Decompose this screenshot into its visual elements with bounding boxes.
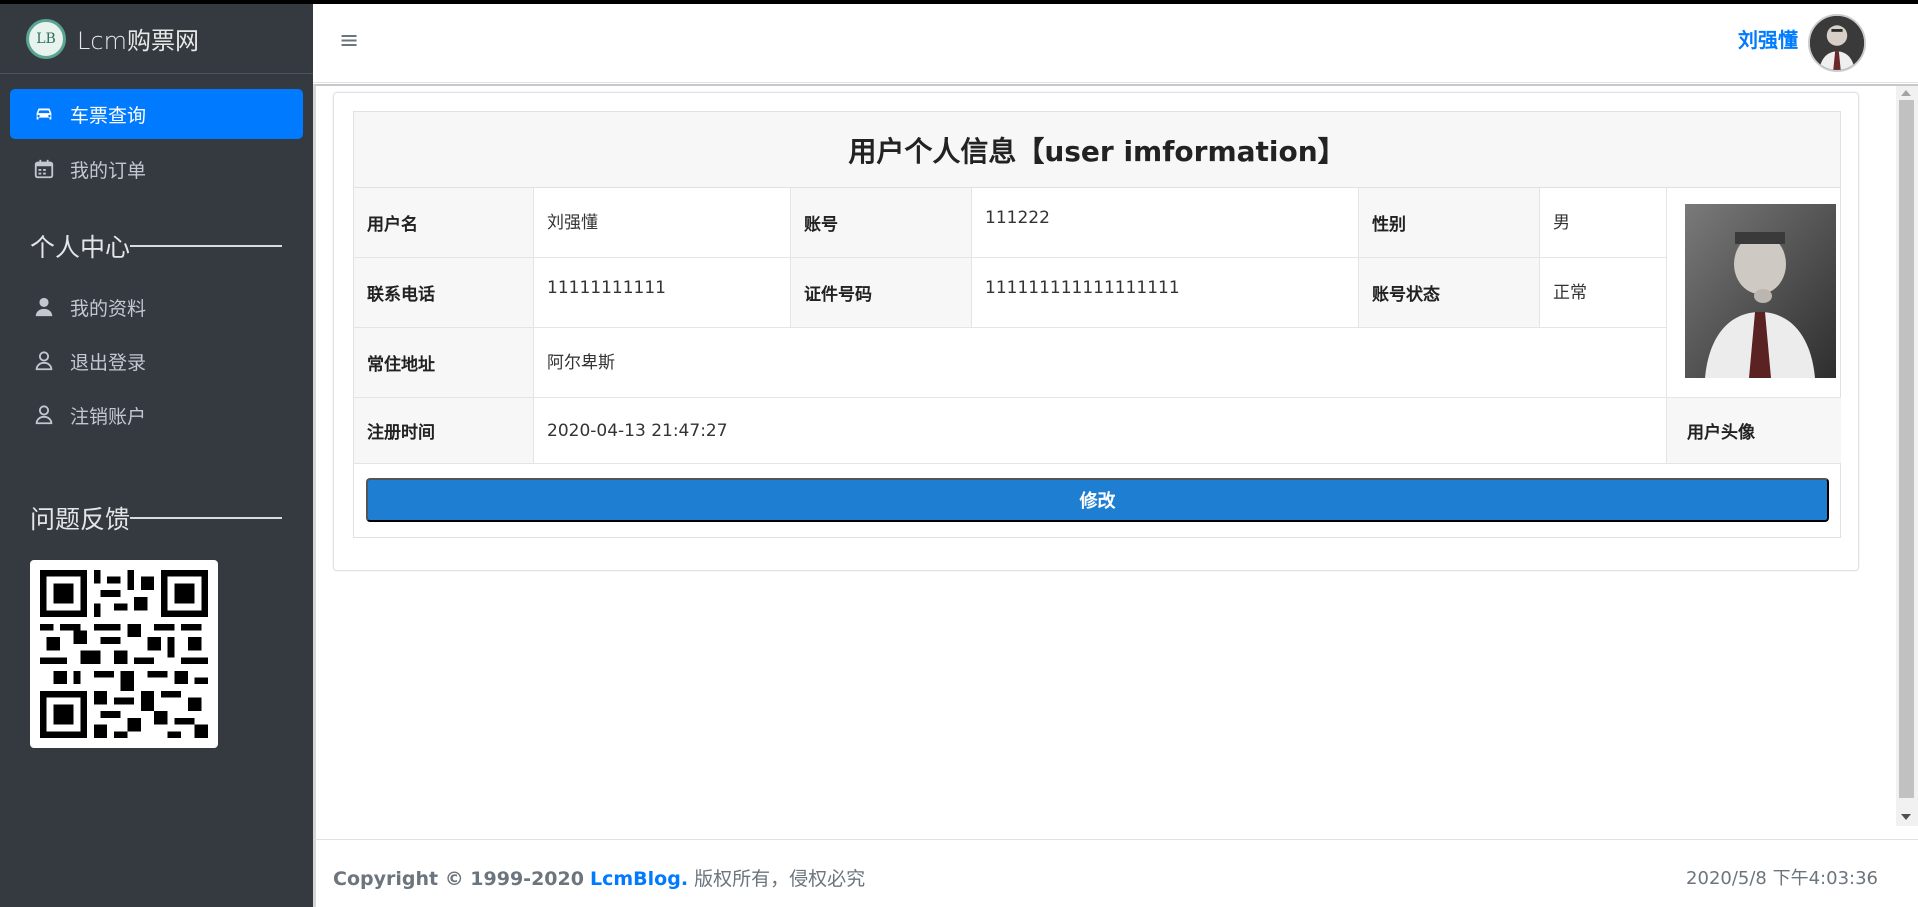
sidebar-item-logout[interactable]: 退出登录 bbox=[10, 336, 303, 386]
scroll-thumb[interactable] bbox=[1899, 100, 1914, 798]
value-phone: 11111111111 bbox=[534, 258, 791, 328]
section-personal-center: 个人中心 bbox=[30, 228, 283, 264]
brand[interactable]: LB Lcm购票网 bbox=[0, 4, 313, 74]
sidebar-item-label: 我的资料 bbox=[70, 297, 147, 320]
content-scrollbar[interactable] bbox=[1896, 86, 1918, 826]
avatar[interactable] bbox=[1808, 14, 1866, 72]
top-navbar: ≡ 刘强懂 bbox=[313, 4, 1918, 83]
value-address: 阿尔卑斯 bbox=[534, 328, 1667, 398]
divider bbox=[130, 245, 283, 247]
user-outline-icon bbox=[32, 403, 56, 427]
label-account: 账号 bbox=[791, 188, 972, 258]
section-feedback: 问题反馈 bbox=[30, 500, 283, 536]
brand-link[interactable]: LcmBlog. bbox=[590, 868, 688, 890]
sidebar-item-my-orders[interactable]: 我的订单 bbox=[10, 144, 303, 194]
divider bbox=[130, 517, 283, 519]
user-avatar-image bbox=[1685, 204, 1836, 378]
profile-card: 用户个人信息【user imformation】 用户名 刘强懂 账号 1112… bbox=[333, 92, 1859, 571]
footer: Copyright © 1999-2020 LcmBlog. 版权所有，侵权必究… bbox=[313, 839, 1918, 907]
label-address: 常住地址 bbox=[354, 328, 534, 398]
sidebar-item-delete-account[interactable]: 注销账户 bbox=[10, 390, 303, 440]
user-outline-icon bbox=[32, 349, 56, 373]
value-status: 正常 bbox=[1540, 258, 1667, 328]
brand-logo: LB bbox=[26, 18, 66, 59]
value-register-time: 2020-04-13 21:47:27 bbox=[534, 398, 1667, 464]
qr-code-icon bbox=[30, 560, 218, 748]
user-solid-icon bbox=[32, 295, 56, 319]
value-username: 刘强懂 bbox=[534, 188, 791, 258]
label-register-time: 注册时间 bbox=[354, 398, 534, 464]
value-id-number: 111111111111111111 bbox=[972, 258, 1359, 328]
sidebar-item-label: 我的订单 bbox=[70, 159, 147, 182]
sidebar-item-label: 车票查询 bbox=[70, 104, 147, 127]
sidebar-item-label: 注销账户 bbox=[70, 405, 147, 428]
edit-button[interactable]: 修改 bbox=[366, 478, 1829, 522]
value-account: 111222 bbox=[972, 188, 1359, 258]
label-avatar: 用户头像 bbox=[1667, 398, 1841, 464]
sidebar-item-my-profile[interactable]: 我的资料 bbox=[10, 282, 303, 332]
profile-table: 用户个人信息【user imformation】 用户名 刘强懂 账号 1112… bbox=[353, 111, 1841, 538]
label-gender: 性别 bbox=[1359, 188, 1540, 258]
header-username[interactable]: 刘强懂 bbox=[1738, 24, 1798, 53]
calendar-icon bbox=[32, 157, 56, 181]
sidebar-item-label: 退出登录 bbox=[70, 351, 147, 374]
main-content: 用户个人信息【user imformation】 用户名 刘强懂 账号 1112… bbox=[313, 84, 1918, 839]
scroll-down-icon[interactable] bbox=[1901, 814, 1911, 820]
hamburger-icon[interactable]: ≡ bbox=[339, 26, 359, 54]
car-icon bbox=[32, 102, 56, 126]
label-status: 账号状态 bbox=[1359, 258, 1540, 328]
label-id-number: 证件号码 bbox=[791, 258, 972, 328]
brand-name: Lcm购票网 bbox=[77, 27, 199, 55]
value-gender: 男 bbox=[1540, 188, 1667, 258]
label-username: 用户名 bbox=[354, 188, 534, 258]
page-title: 用户个人信息【user imformation】 bbox=[354, 112, 1840, 188]
footer-datetime: 2020/5/8 下午4:03:36 bbox=[1686, 868, 1878, 889]
scroll-up-icon[interactable] bbox=[1901, 90, 1911, 96]
sidebar-item-ticket-search[interactable]: 车票查询 bbox=[10, 89, 303, 139]
label-phone: 联系电话 bbox=[354, 258, 534, 328]
copyright: Copyright © 1999-2020 LcmBlog. 版权所有，侵权必究 bbox=[333, 868, 866, 890]
sidebar: LB Lcm购票网 车票查询 我的订单 个人中心 我的资料 退出登录 注销账户 … bbox=[0, 4, 313, 907]
app-window: LB Lcm购票网 车票查询 我的订单 个人中心 我的资料 退出登录 注销账户 … bbox=[0, 4, 1918, 907]
